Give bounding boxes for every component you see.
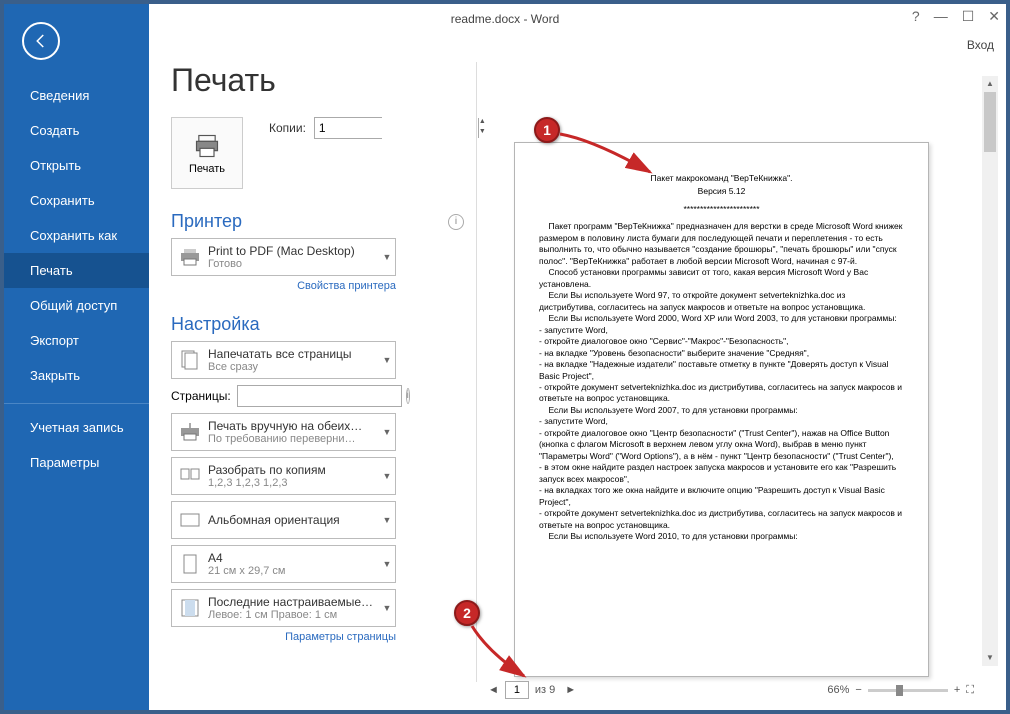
orient-icon xyxy=(178,508,202,532)
sidebar-item-9[interactable]: Учетная запись xyxy=(4,403,149,445)
sidebar-item-2[interactable]: Открыть xyxy=(4,148,149,183)
preview-scrollbar[interactable]: ▲ ▼ xyxy=(982,76,998,666)
sidebar-item-10[interactable]: Параметры xyxy=(4,445,149,480)
sidebar-item-8[interactable]: Закрыть xyxy=(4,358,149,393)
page-setup-link[interactable]: Параметры страницы xyxy=(171,631,396,643)
page-title: Печать xyxy=(171,62,464,99)
sidebar-item-3[interactable]: Сохранить xyxy=(4,183,149,218)
copies-input[interactable] xyxy=(315,118,478,138)
zoom-in-icon[interactable]: + xyxy=(954,684,960,696)
spin-down-icon[interactable]: ▼ xyxy=(479,128,486,138)
chevron-down-icon: ▼ xyxy=(379,559,395,569)
backstage-sidebar: СведенияСоздатьОткрытьСохранитьСохранить… xyxy=(4,4,149,710)
settings-combo-manual[interactable]: Печать вручную на обеих…По требованию пе… xyxy=(171,413,396,451)
chevron-down-icon: ▼ xyxy=(379,603,395,613)
page-preview: Пакет макрокоманд "ВерТеКнижка". Версия … xyxy=(514,142,929,677)
scroll-up-icon[interactable]: ▲ xyxy=(982,76,998,92)
help-icon[interactable]: ? xyxy=(912,8,920,25)
sidebar-item-0[interactable]: Сведения xyxy=(4,78,149,113)
preview-status-bar: ◄ из 9 ► 66% − + ⛶ xyxy=(484,678,994,702)
window-title: readme.docx - Word xyxy=(451,12,560,26)
prev-page-icon[interactable]: ◄ xyxy=(484,684,503,696)
login-link[interactable]: Вход xyxy=(967,38,994,52)
chevron-down-icon: ▼ xyxy=(379,427,395,437)
chevron-down-icon: ▼ xyxy=(379,252,395,262)
collate-icon xyxy=(178,464,202,488)
printer-device-icon xyxy=(178,245,202,269)
chevron-down-icon: ▼ xyxy=(379,515,395,525)
page-total: из 9 xyxy=(531,684,559,696)
copies-spinner[interactable]: ▲▼ xyxy=(314,117,382,139)
title-bar: readme.docx - Word ? — ☐ ✕ xyxy=(4,4,1006,34)
print-button[interactable]: Печать xyxy=(171,117,243,189)
manual-icon xyxy=(178,420,202,444)
maximize-icon[interactable]: ☐ xyxy=(962,8,975,25)
printer-properties-link[interactable]: Свойства принтера xyxy=(171,280,396,292)
chevron-down-icon: ▼ xyxy=(379,471,395,481)
settings-combo-margins[interactable]: Последние настраиваемые…Левое: 1 см Прав… xyxy=(171,589,396,627)
sidebar-item-5[interactable]: Печать xyxy=(4,253,149,288)
arrow-1 xyxy=(554,128,664,184)
divider xyxy=(476,62,477,682)
paper-icon xyxy=(178,552,202,576)
settings-combo-allpages[interactable]: Напечатать все страницыВсе сразу▼ xyxy=(171,341,396,379)
sidebar-item-7[interactable]: Экспорт xyxy=(4,323,149,358)
sidebar-item-1[interactable]: Создать xyxy=(4,113,149,148)
arrow-left-icon xyxy=(32,32,50,50)
spin-up-icon[interactable]: ▲ xyxy=(479,118,486,128)
zoom-level: 66% xyxy=(827,684,849,696)
close-icon[interactable]: ✕ xyxy=(988,8,1000,25)
back-button[interactable] xyxy=(22,22,60,60)
printer-icon xyxy=(193,132,221,160)
pages-label: Страницы: xyxy=(171,389,231,403)
scroll-down-icon[interactable]: ▼ xyxy=(982,650,998,666)
printer-select[interactable]: Print to PDF (Mac Desktop)Готово ▼ xyxy=(171,238,396,276)
margins-icon xyxy=(178,596,202,620)
next-page-icon[interactable]: ► xyxy=(561,684,580,696)
allpages-icon xyxy=(178,348,202,372)
info-icon[interactable]: i xyxy=(406,388,410,404)
settings-combo-orient[interactable]: Альбомная ориентация▼ xyxy=(171,501,396,539)
scroll-thumb[interactable] xyxy=(984,92,996,152)
copies-label: Копии: xyxy=(269,121,306,135)
fit-page-icon[interactable]: ⛶ xyxy=(966,684,974,697)
settings-combo-paper[interactable]: A421 см x 29,7 см▼ xyxy=(171,545,396,583)
chevron-down-icon: ▼ xyxy=(379,355,395,365)
settings-combo-collate[interactable]: Разобрать по копиям1,2,3 1,2,3 1,2,3▼ xyxy=(171,457,396,495)
zoom-slider[interactable] xyxy=(868,689,948,692)
sidebar-item-4[interactable]: Сохранить как xyxy=(4,218,149,253)
arrow-2 xyxy=(468,622,538,684)
info-icon[interactable]: i xyxy=(448,214,464,230)
pages-input[interactable] xyxy=(237,385,402,407)
settings-section-header: Настройка xyxy=(171,314,260,335)
minimize-icon[interactable]: — xyxy=(934,8,948,25)
sidebar-item-6[interactable]: Общий доступ xyxy=(4,288,149,323)
print-panel: Печать Печать Копии: ▲▼ Принтер i Print … xyxy=(149,62,464,643)
zoom-out-icon[interactable]: − xyxy=(855,684,861,696)
printer-section-header: Принтер xyxy=(171,211,242,232)
